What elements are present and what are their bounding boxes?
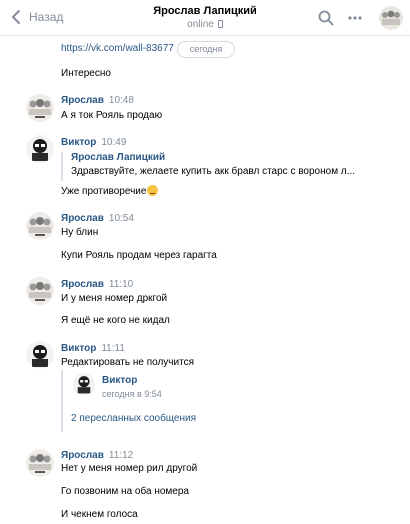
reply-author: Ярослав Лапицкий bbox=[71, 152, 166, 163]
avatar[interactable] bbox=[26, 277, 54, 305]
avatar[interactable] bbox=[26, 341, 54, 369]
message-header: Ярослав 11:12 bbox=[61, 450, 133, 461]
message-time[interactable]: 11:10 bbox=[109, 279, 133, 290]
avatar[interactable] bbox=[379, 6, 403, 30]
message-text: А я ток Рояль продаю bbox=[61, 110, 163, 121]
reply-text: Здравствуйте, желаете купить акк бравл с… bbox=[71, 166, 356, 177]
forwarded-author[interactable]: Виктор bbox=[102, 375, 137, 386]
online-status-text: online bbox=[187, 19, 214, 30]
message-text: И чекнем голоса bbox=[61, 509, 138, 520]
avatar[interactable] bbox=[26, 449, 54, 477]
message-text: Нет у меня номер рил другой bbox=[61, 463, 198, 474]
avatar[interactable] bbox=[26, 94, 54, 122]
message-time[interactable]: 10:54 bbox=[109, 213, 134, 224]
message-text: Купи Рояль продам через гарагта bbox=[61, 250, 217, 261]
message-header: Ярослав 10:48 bbox=[61, 95, 134, 106]
forwarded-count-link[interactable]: 2 пересланных сообщения bbox=[71, 413, 196, 424]
author-name[interactable]: Ярослав bbox=[61, 213, 104, 224]
reply-quote[interactable]: Ярослав Лапицкий Здравствуйте, желаете к… bbox=[61, 152, 355, 181]
message-time[interactable]: 11:12 bbox=[109, 450, 133, 461]
message-text: Го позвоним на оба номера bbox=[61, 486, 189, 497]
message-text: Интересно bbox=[61, 68, 111, 79]
message-header: Ярослав 10:54 bbox=[61, 213, 134, 224]
more-icon[interactable] bbox=[347, 11, 363, 25]
message-header: Виктор 11:11 bbox=[61, 343, 125, 354]
message-time[interactable]: 10:49 bbox=[101, 137, 126, 148]
smile-emoji-icon bbox=[147, 185, 159, 196]
forwarded-messages[interactable]: Виктор сегодня в 9:54 2 пересланных сооб… bbox=[61, 370, 201, 432]
message-time[interactable]: 11:11 bbox=[101, 343, 125, 354]
message-text: И у меня номер дркгой bbox=[61, 293, 168, 304]
message-header: Виктор 10:49 bbox=[61, 137, 126, 148]
forwarded-date: сегодня в 9:54 bbox=[102, 389, 162, 399]
author-name[interactable]: Виктор bbox=[61, 343, 96, 354]
avatar[interactable] bbox=[26, 212, 54, 240]
message-header: Ярослав 11:10 bbox=[61, 279, 133, 290]
author-name[interactable]: Ярослав bbox=[61, 450, 104, 461]
chat-header: Назад Ярослав Лапицкий online bbox=[0, 0, 410, 36]
message-text: Уже противоречие bbox=[61, 185, 159, 197]
date-pill: сегодня bbox=[177, 41, 235, 58]
message-text: Я ещё не кого не кидал bbox=[61, 315, 170, 326]
author-name[interactable]: Виктор bbox=[61, 137, 96, 148]
avatar[interactable] bbox=[73, 373, 95, 395]
message-link[interactable]: https://vk.com/wall-83677 bbox=[61, 43, 174, 54]
message-text: Редактировать не получится bbox=[61, 357, 194, 368]
message-text: Ну блин bbox=[61, 227, 99, 238]
author-name[interactable]: Ярослав bbox=[61, 95, 104, 106]
author-name[interactable]: Ярослав bbox=[61, 279, 104, 290]
message-text-content: Уже противоречие bbox=[61, 186, 147, 197]
mobile-icon bbox=[217, 20, 223, 28]
message-time[interactable]: 10:48 bbox=[109, 95, 134, 106]
avatar[interactable] bbox=[26, 135, 54, 163]
search-icon[interactable] bbox=[318, 10, 334, 26]
